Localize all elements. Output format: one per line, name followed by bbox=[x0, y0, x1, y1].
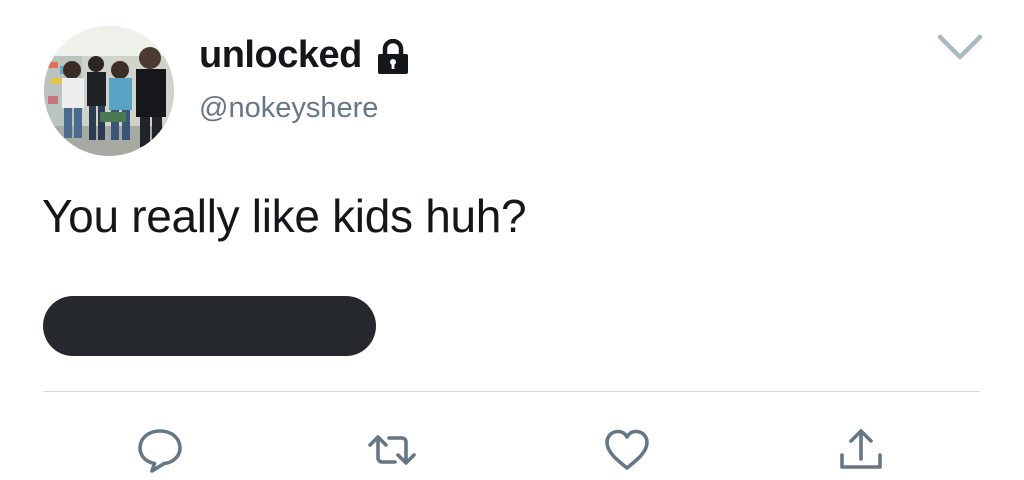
like-button[interactable] bbox=[602, 425, 652, 475]
retweet-button[interactable] bbox=[367, 425, 417, 475]
tweet-card: unlocked @nokeyshere You really like kid… bbox=[0, 0, 1024, 480]
lock-icon bbox=[378, 39, 408, 74]
heart-icon bbox=[605, 429, 649, 470]
author-display-name[interactable]: unlocked bbox=[199, 33, 362, 77]
reply-icon bbox=[138, 429, 182, 473]
chevron-down-icon[interactable] bbox=[937, 33, 983, 61]
share-button[interactable] bbox=[836, 425, 886, 475]
redaction-bar bbox=[43, 296, 376, 356]
author-avatar[interactable] bbox=[44, 26, 174, 156]
author-handle[interactable]: @nokeyshere bbox=[199, 90, 378, 126]
share-icon bbox=[840, 429, 882, 469]
retweet-icon bbox=[368, 435, 416, 465]
divider bbox=[43, 391, 980, 392]
group-photo-avatar bbox=[44, 26, 174, 156]
reply-button[interactable] bbox=[135, 425, 185, 475]
tweet-text: You really like kids huh? bbox=[42, 190, 527, 242]
